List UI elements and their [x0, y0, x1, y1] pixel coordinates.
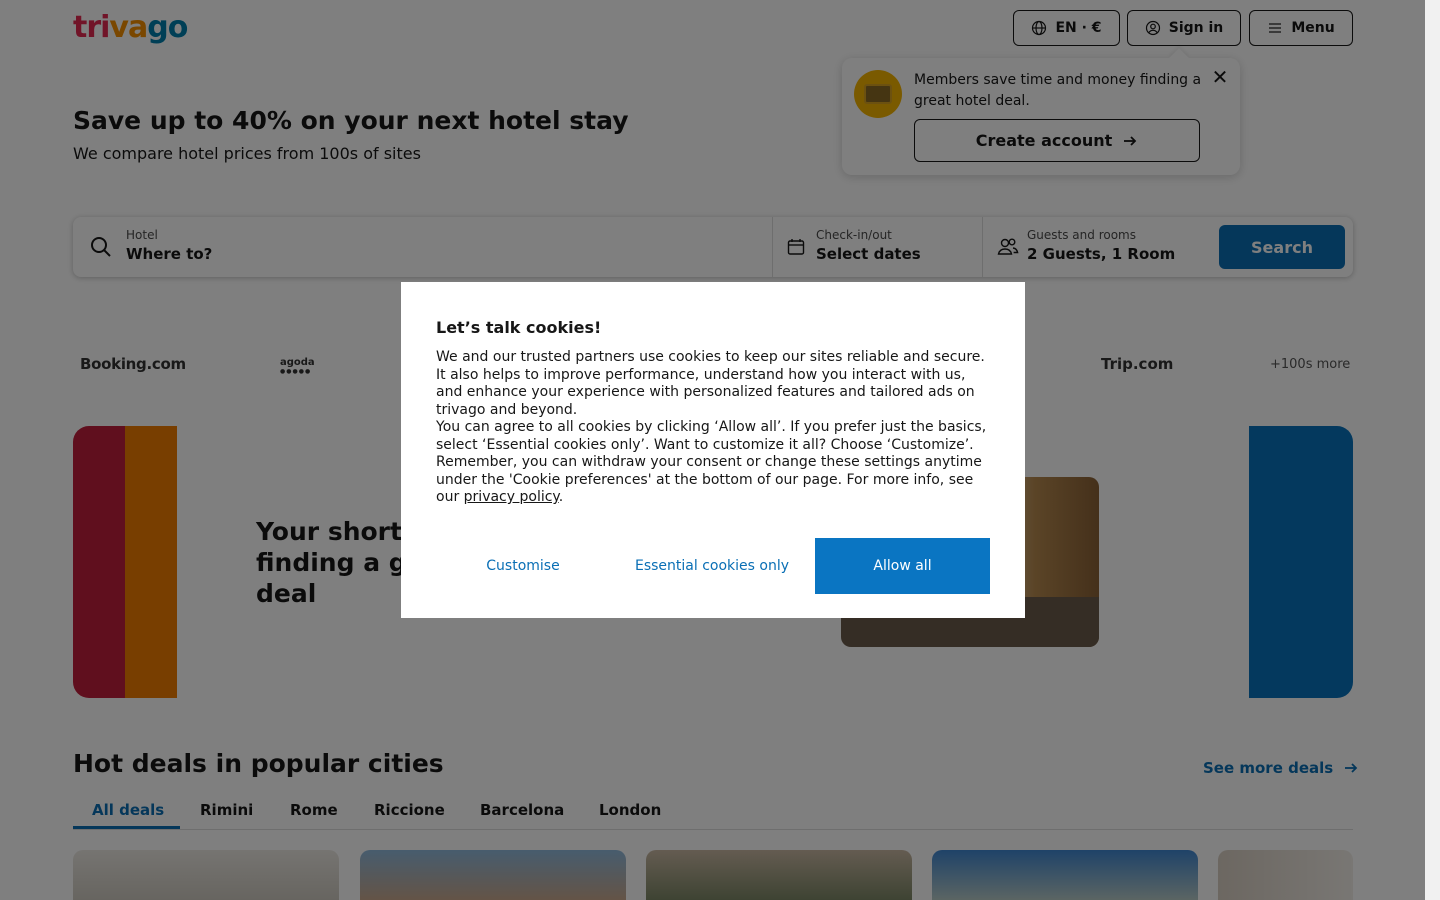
essential-cookies-button[interactable]: Essential cookies only [625, 538, 799, 594]
scrollbar[interactable] [1425, 0, 1440, 900]
cookie-consent-dialog: Let’s talk cookies! We and our trusted p… [401, 282, 1025, 618]
allow-all-button[interactable]: Allow all [815, 538, 990, 594]
cookie-dialog-body: We and our trusted partners use cookies … [436, 349, 996, 507]
cookie-paragraph-1: We and our trusted partners use cookies … [436, 349, 985, 418]
cookie-dialog-title: Let’s talk cookies! [436, 318, 602, 337]
customise-button[interactable]: Customise [436, 538, 610, 594]
cookie-paragraph-2: You can agree to all cookies by clicking… [436, 419, 996, 507]
cookie-period: . [558, 489, 564, 505]
privacy-policy-link[interactable]: privacy policy [464, 489, 559, 505]
